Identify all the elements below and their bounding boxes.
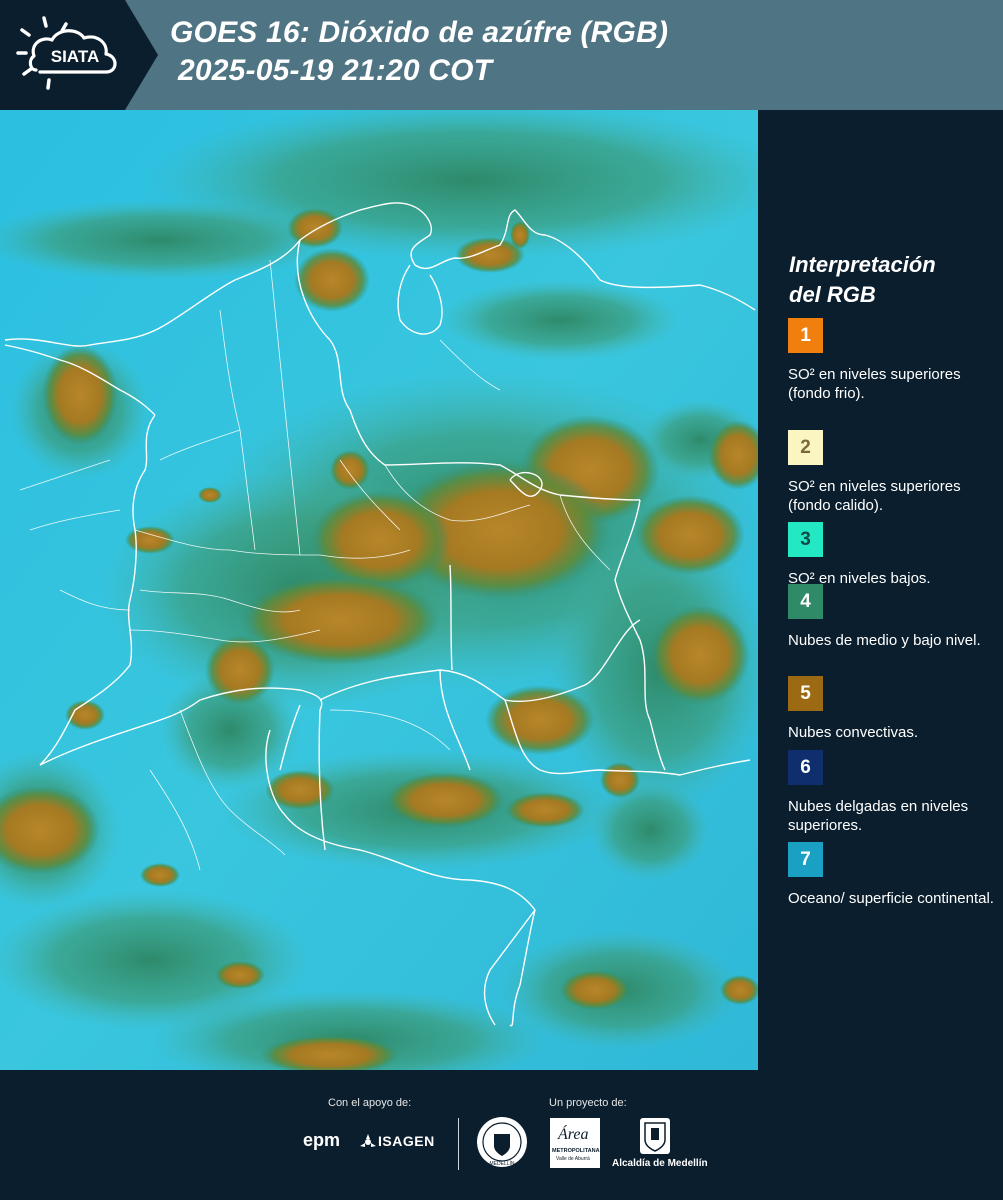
isagen-logo: ISAGEN — [360, 1133, 442, 1151]
legend-title: Interpretación del RGB — [789, 250, 989, 310]
legend-item-6: 6 Nubes delgadas en niveles superiores. — [788, 750, 998, 835]
title-line-2: 2025-05-19 21:20 COT — [178, 54, 493, 87]
legend-panel: Interpretación del RGB 1 SO² en niveles s… — [762, 110, 1003, 1070]
header: SIATA GOES 16: Dióxido de azúfre (RGB) 2… — [0, 0, 1003, 110]
legend-item-5: 5 Nubes convectivas. — [788, 676, 998, 742]
legend-swatch-4: 4 — [788, 584, 823, 619]
legend-swatch-7: 7 — [788, 842, 823, 877]
alcaldia-text: Alcaldía de Medellín — [612, 1158, 708, 1169]
page-title: GOES 16: Dióxido de azúfre (RGB) 2025-05… — [170, 14, 668, 90]
support-label: Con el apoyo de: — [328, 1097, 412, 1109]
metro-name: Área — [558, 1126, 589, 1143]
legend-swatch-1: 1 — [788, 318, 823, 353]
legend-item-3: 3 SO² en niveles bajos. — [788, 522, 998, 588]
footer: Con el apoyo de: Un proyecto de: epm ISA… — [0, 1070, 1003, 1200]
legend-swatch-3: 3 — [788, 522, 823, 557]
project-label: Un proyecto de: — [549, 1097, 627, 1109]
legend-swatch-5: 5 — [788, 676, 823, 711]
legend-label-4: Nubes de medio y bajo nivel. — [788, 632, 981, 649]
seal-text: MEDELLÍN — [489, 1160, 514, 1167]
title-line-1: GOES 16: Dióxido de azúfre (RGB) — [170, 16, 669, 49]
legend-item-1: 1 SO² en niveles superiores (fondo frio). — [788, 318, 998, 403]
legend-swatch-2: 2 — [788, 430, 823, 465]
legend-label-6: Nubes delgadas en niveles superiores. — [788, 798, 969, 834]
metro-sub1: METROPOLITANA — [552, 1148, 600, 1154]
metro-sub2: Valle de Aburrá — [556, 1156, 590, 1162]
area-metropolitana-logo: Área METROPOLITANA Valle de Aburrá — [550, 1118, 600, 1168]
legend-label-7: Oceano/ superficie continental. — [788, 890, 994, 907]
legend-item-4: 4 Nubes de medio y bajo nivel. — [788, 584, 998, 650]
satellite-map — [0, 110, 758, 1070]
isagen-icon — [360, 1134, 376, 1147]
footer-divider — [458, 1118, 459, 1170]
legend-label-2: SO² en niveles superiores (fondo calido)… — [788, 478, 961, 514]
legend-title-line-1: Interpretación — [789, 252, 936, 277]
legend-item-7: 7 Oceano/ superficie continental. — [788, 842, 998, 908]
medellin-seal: MEDELLÍN — [476, 1116, 528, 1168]
legend-swatch-6: 6 — [788, 750, 823, 785]
legend-title-line-2: del RGB — [789, 282, 876, 307]
alcaldia-shield-icon — [640, 1118, 670, 1154]
legend-label-1: SO² en niveles superiores (fondo frio). — [788, 366, 961, 402]
logo-text: SIATA — [51, 47, 99, 66]
isagen-text: ISAGEN — [378, 1133, 435, 1149]
legend-label-5: Nubes convectivas. — [788, 724, 919, 741]
siata-logo: SIATA — [0, 0, 160, 110]
legend-item-2: 2 SO² en niveles superiores (fondo calido… — [788, 430, 998, 515]
epm-logo: epm — [303, 1130, 341, 1150]
